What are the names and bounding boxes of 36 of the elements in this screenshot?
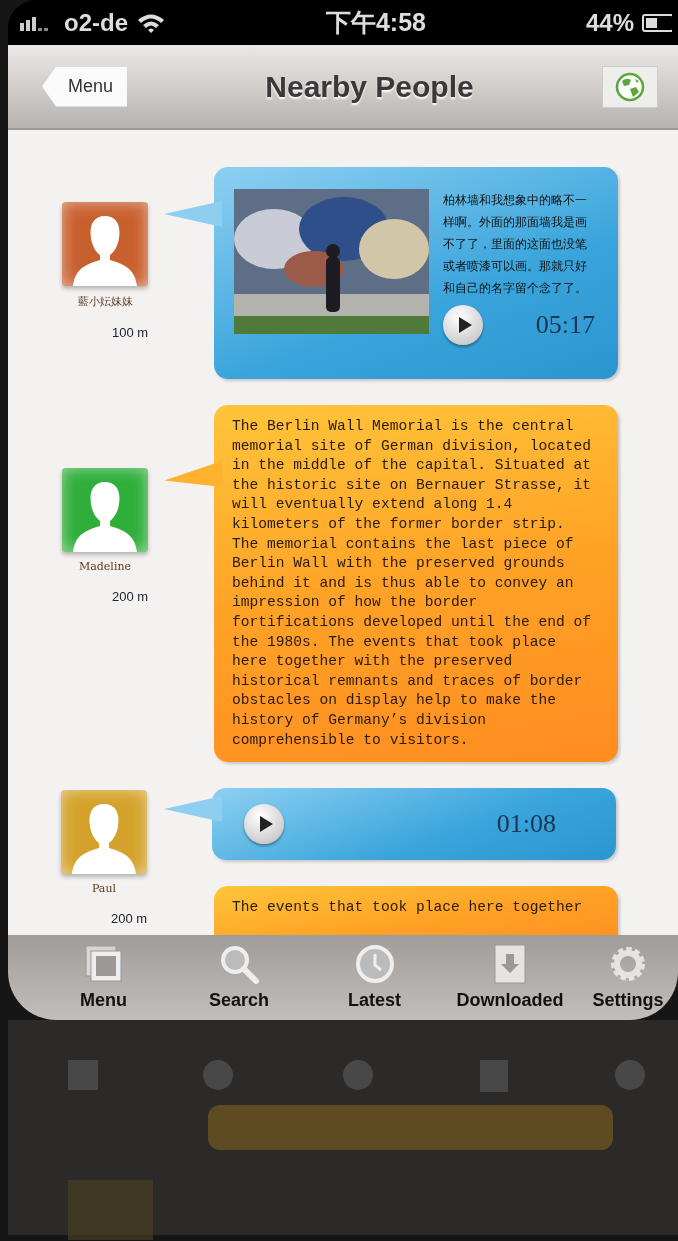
download-icon <box>494 944 526 984</box>
carrier-name: o2-de <box>64 8 128 37</box>
stacked-pages-icon <box>83 944 124 984</box>
avatar[interactable] <box>61 790 147 875</box>
duration-label: 01:08 <box>496 809 556 840</box>
message-text: 柏林墙和我想象中的略不一样啊。外面的那面墙我是画不了了，里面的这面也没笔或者喷漆可以画。那就只好和自己的名字留个念了了。 <box>443 192 588 297</box>
play-icon <box>258 816 273 833</box>
user-name: 藍小妘妹妹 <box>77 294 133 309</box>
tab-item[interactable]: Search <box>171 944 307 1011</box>
nav-title: Nearby People <box>265 69 474 104</box>
settings-icon <box>608 944 648 984</box>
message-text: The events that took place here together <box>231 898 584 918</box>
play-icon <box>457 317 472 333</box>
battery-icon <box>642 12 672 33</box>
tab-item[interactable]: Latest <box>307 944 442 1011</box>
duration-label: 05:17 <box>535 310 595 340</box>
tab-item[interactable]: Menu <box>36 944 171 1011</box>
globe-icon <box>615 71 645 102</box>
avatar[interactable] <box>62 202 148 286</box>
menu-back-button[interactable]: Menu <box>42 66 128 107</box>
play-button[interactable] <box>244 804 284 845</box>
battery-percent: 44% <box>585 8 634 37</box>
status-time: 下午4:58 <box>325 7 426 38</box>
distance-label: 100 m <box>111 325 149 340</box>
user-name: Paul <box>91 882 117 896</box>
tab-item[interactable]: Settings <box>578 944 678 1011</box>
search-icon <box>219 944 259 984</box>
tab-item[interactable]: Downloaded <box>442 944 578 1011</box>
distance-label: 200 m <box>110 911 148 927</box>
avatar[interactable] <box>62 468 148 552</box>
globe-button[interactable] <box>602 65 658 108</box>
play-button[interactable] <box>443 305 483 345</box>
message-text: The Berlin Wall Memorial is the central memorial site of German division, located in the middle of the capital. Situated at the historic site on Bernauer Strasse, it will eventually extend along 1.4 kilometers of the former border strip. The memorial contains the last piece of Berlin Wall with the preserved grounds behind it and is thus able to convey an impression of how the border fortifications developed until the end of the 1980s. The events that took place here together with the preserved historical remnants and traces of border obstacles on display help to make the history of Germany’s division comprehensible to visitors. <box>231 417 593 750</box>
distance-label: 200 m <box>111 589 149 604</box>
clock-icon <box>354 944 395 984</box>
user-name: Madeline <box>79 560 131 573</box>
